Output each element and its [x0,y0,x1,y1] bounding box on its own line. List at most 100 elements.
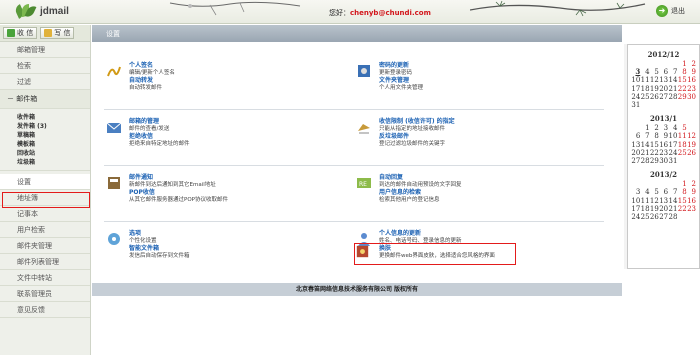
calendar-day[interactable]: 14 [640,141,650,149]
calendar-day[interactable]: 5 [650,68,658,76]
calendar-day[interactable]: 31 [631,101,640,109]
calendar-day[interactable]: 11 [640,197,650,205]
logout-button[interactable]: ➜ 退出 [656,5,685,17]
folder-inbox[interactable]: 收件箱 [17,113,90,122]
calendar-day[interactable]: 12 [650,76,659,84]
folder-trash[interactable]: 回收站 [17,149,90,158]
calendar-day[interactable]: 2 [650,124,658,132]
folder-spam[interactable]: 垃圾箱 [17,158,90,167]
calendar-day[interactable]: 9 [687,68,696,76]
folder-sent[interactable]: 发件箱 (3) [17,122,90,131]
calendar-day[interactable]: 8 [677,68,686,76]
sidebar-item-user-search[interactable]: 用户检索 [0,222,90,238]
calendar-day[interactable]: 17 [631,85,640,93]
calendar-day[interactable]: 23 [659,149,668,157]
calendar-day[interactable]: 12 [650,197,659,205]
calendar-day[interactable]: 10 [631,76,640,84]
calendar-day[interactable]: 27 [659,93,668,101]
calendar-day[interactable]: 11 [677,132,687,140]
sidebar-item-feedback[interactable]: 意见反馈 [0,302,90,318]
calendar-day[interactable]: 5 [677,124,686,132]
calendar-day[interactable]: 16 [659,141,668,149]
calendar-day[interactable]: 14 [668,76,678,84]
sidebar-group-mailbox[interactable]: － 邮件箱 [0,90,90,109]
sidebar-item-notepad[interactable]: 记事本 [0,206,90,222]
calendar-day[interactable]: 16 [687,76,696,84]
calendar-day[interactable]: 28 [668,213,678,221]
calendar-day[interactable]: 7 [640,132,649,140]
calendar-day[interactable]: 22 [650,149,659,157]
calendar-day[interactable]: 15 [677,76,687,84]
calendar-day[interactable]: 29 [650,157,659,165]
calendar-day[interactable]: 13 [631,141,640,149]
calendar-day[interactable]: 20 [631,149,640,157]
calendar-day[interactable]: 1 [677,60,686,68]
calendar-day[interactable]: 15 [650,141,659,149]
calendar-day[interactable]: 4 [640,188,649,196]
calendar-day[interactable]: 31 [668,157,678,165]
calendar-day[interactable]: 3 [659,124,668,132]
calendar-day[interactable]: 4 [640,68,649,76]
calendar-day[interactable]: 24 [668,149,678,157]
calendar-day[interactable]: 28 [640,157,650,165]
calendar-day[interactable]: 10 [631,197,640,205]
sidebar-item-mailbox-admin[interactable]: 邮箱管理 [0,42,90,58]
calendar-day[interactable]: 14 [668,197,678,205]
calendar-day[interactable]: 20 [659,205,668,213]
calendar-day[interactable]: 2 [687,180,696,188]
calendar-day[interactable]: 18 [640,205,650,213]
calendar-day[interactable]: 22 [677,205,687,213]
calendar-day[interactable]: 12 [687,132,696,140]
calendar-day[interactable]: 25 [677,149,687,157]
calendar-day[interactable]: 17 [668,141,678,149]
calendar-day[interactable]: 15 [677,197,687,205]
calendar-day[interactable]: 13 [659,197,668,205]
receive-button[interactable]: 收 信 [3,27,38,39]
folder-drafts[interactable]: 草稿箱 [17,131,90,140]
calendar-day[interactable]: 24 [631,213,640,221]
calendar-day[interactable]: 16 [687,197,696,205]
calendar-day[interactable]: 28 [668,93,678,101]
calendar-day[interactable]: 7 [668,68,677,76]
calendar-day[interactable]: 25 [640,93,650,101]
calendar-day[interactable]: 6 [631,132,640,140]
sidebar-item-file-transfer[interactable]: 文件中转站 [0,270,90,286]
calendar-day[interactable]: 3 [631,188,640,196]
calendar-day[interactable]: 1 [640,124,649,132]
calendar-day[interactable]: 8 [677,188,686,196]
calendar-day[interactable]: 19 [687,141,696,149]
calendar-day[interactable]: 18 [640,85,650,93]
calendar-day[interactable]: 9 [687,188,696,196]
calendar-day[interactable]: 19 [650,85,659,93]
calendar-day[interactable]: 7 [668,188,677,196]
calendar-day[interactable]: 10 [668,132,678,140]
calendar-day[interactable]: 21 [668,205,678,213]
sidebar-item-folder-admin[interactable]: 邮件夹管理 [0,238,90,254]
folder-templates[interactable]: 模板箱 [17,140,90,149]
calendar-day[interactable]: 22 [677,85,687,93]
calendar-day[interactable]: 19 [650,205,659,213]
calendar-day[interactable]: 24 [631,93,640,101]
calendar-day[interactable]: 30 [687,93,696,101]
calendar-day[interactable]: 20 [659,85,668,93]
calendar-day[interactable]: 25 [640,213,650,221]
calendar-day[interactable]: 27 [659,213,668,221]
calendar-day[interactable]: 21 [640,149,650,157]
calendar-day[interactable]: 9 [659,132,668,140]
sidebar-item-mailing-list[interactable]: 邮件列表管理 [0,254,90,270]
calendar-day[interactable]: 6 [659,188,668,196]
calendar-day[interactable]: 21 [668,85,678,93]
calendar-day[interactable]: 26 [650,93,659,101]
calendar-day[interactable]: 11 [640,76,650,84]
calendar-day[interactable]: 4 [668,124,677,132]
calendar-day[interactable]: 3 [631,67,640,76]
calendar-day[interactable]: 29 [677,93,687,101]
calendar-day[interactable]: 17 [631,205,640,213]
calendar-day[interactable]: 23 [687,85,696,93]
sidebar-item-contact-admin[interactable]: 联系管理员 [0,286,90,302]
calendar-day[interactable]: 2 [687,60,696,68]
calendar-day[interactable]: 5 [650,188,658,196]
calendar-day[interactable]: 30 [659,157,668,165]
calendar-day[interactable]: 6 [659,68,668,76]
calendar-day[interactable]: 27 [631,157,640,165]
